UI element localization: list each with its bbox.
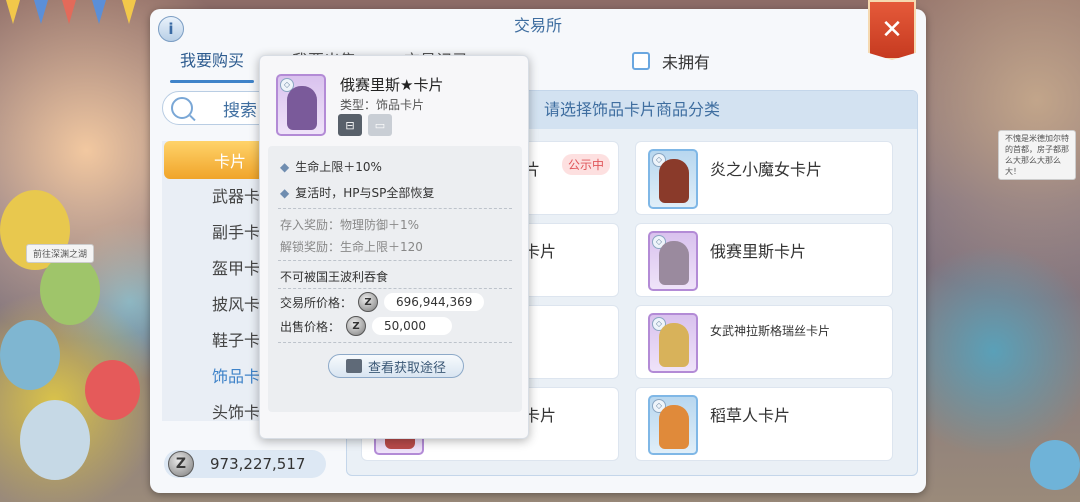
inspect-icon[interactable]: ⊟ — [338, 114, 362, 136]
zeny-coin-icon: Z — [358, 292, 379, 312]
zeny-coin-icon: Z — [168, 451, 194, 477]
card-thumbnail: ◇ — [648, 395, 698, 455]
card-thumbnail: ◇ — [648, 231, 698, 291]
effect-line: ◆ 生命上限＋10% — [280, 158, 382, 175]
card-name: 俄赛里斯卡片 — [710, 242, 807, 261]
tooltip-card-type: 类型：饰品卡片 — [340, 98, 425, 112]
diamond-bullet-icon: ◆ — [280, 186, 290, 200]
sell-price-label: 出售价格： — [280, 319, 341, 334]
announce-badge: 公示中 — [561, 154, 610, 175]
card-note: 不可被国王波利吞食 — [280, 270, 389, 284]
card-name: 炎之小魔女卡片 — [710, 160, 823, 179]
exchange-price-value: 696,944,369 — [384, 293, 485, 311]
background-sign: 前往深渊之湖 — [26, 244, 95, 263]
divider — [278, 342, 512, 343]
view-source-button[interactable]: 查看获取途径 — [328, 354, 464, 378]
card-item[interactable]: ◇ 稻草人卡片 — [635, 387, 893, 461]
card-name: 女武神拉斯格瑞丝卡片 — [710, 324, 831, 338]
effect-text: 复活时，HP与SP全部恢复 — [295, 186, 435, 200]
source-icon — [345, 359, 362, 373]
background-balloon — [1030, 440, 1080, 490]
background-balloon — [0, 320, 60, 390]
title-bar: 交易所 — [150, 9, 926, 45]
card-thumbnail: ◇ — [648, 313, 698, 373]
effect-line: ◆ 复活时，HP与SP全部恢复 — [280, 184, 434, 201]
sell-price-value: 50,000 — [372, 317, 453, 335]
divider — [278, 208, 512, 209]
background-balloon — [20, 400, 90, 480]
tooltip-card-thumbnail: ◇ — [276, 74, 326, 136]
card-item[interactable]: ◇ 女武神拉斯格瑞丝卡片 — [635, 305, 893, 379]
search-icon — [171, 97, 193, 119]
tab-buy[interactable]: 我要购买 — [170, 45, 255, 83]
effect-text: 生命上限＋10% — [295, 160, 382, 174]
card-item[interactable]: ◇ 炎之小魔女卡片 — [635, 141, 893, 215]
unowned-filter[interactable]: 未拥有 — [632, 49, 710, 73]
background-balloon — [40, 255, 100, 325]
close-icon: ✕ — [881, 15, 903, 45]
background-balloon — [85, 360, 140, 420]
card-thumbnail: ◇ — [648, 149, 698, 209]
card-name: 稻草人卡片 — [710, 406, 791, 425]
zeny-coin-icon: Z — [346, 316, 367, 336]
card-item[interactable]: ◇ 俄赛里斯卡片 — [635, 223, 893, 297]
background-bunting — [0, 0, 160, 40]
info-icon[interactable]: i — [158, 16, 184, 42]
sidebar-header-cards[interactable]: 卡片 — [164, 141, 274, 179]
divider — [278, 288, 512, 289]
divider — [278, 260, 512, 261]
diamond-bullet-icon: ◆ — [280, 160, 290, 174]
tooltip-card-title: 俄赛里斯★卡片 — [340, 76, 444, 94]
unlock-reward: 解锁奖励：生命上限＋120 — [280, 240, 423, 254]
exchange-price-row: 交易所价格： Z 696,944,369 — [280, 292, 485, 312]
unowned-label: 未拥有 — [662, 53, 711, 72]
book-icon[interactable]: ▭ — [368, 114, 392, 136]
search-label: 搜索 — [223, 100, 257, 121]
close-button[interactable]: ✕ — [868, 0, 916, 60]
view-source-label: 查看获取途径 — [367, 360, 446, 376]
background-chat-bubble: 不愧是米德加尔特的首都，房子都那么大那么大那么大！ — [998, 130, 1076, 180]
deposit-reward: 存入奖励：物理防御＋1% — [280, 218, 420, 232]
card-detail-tooltip: ◇ 俄赛里斯★卡片 类型：饰品卡片 ⊟ ▭ ◆ 生命上限＋10% ◆ 复活时，HP与… — [259, 55, 529, 439]
window-title: 交易所 — [513, 16, 562, 35]
zeny-balance-value: 973,227,517 — [210, 455, 306, 473]
sell-price-row: 出售价格： Z 50,000 — [280, 316, 453, 336]
zeny-balance: Z 973,227,517 — [164, 450, 326, 478]
unowned-checkbox[interactable] — [632, 52, 650, 70]
exchange-price-label: 交易所价格： — [280, 295, 353, 310]
